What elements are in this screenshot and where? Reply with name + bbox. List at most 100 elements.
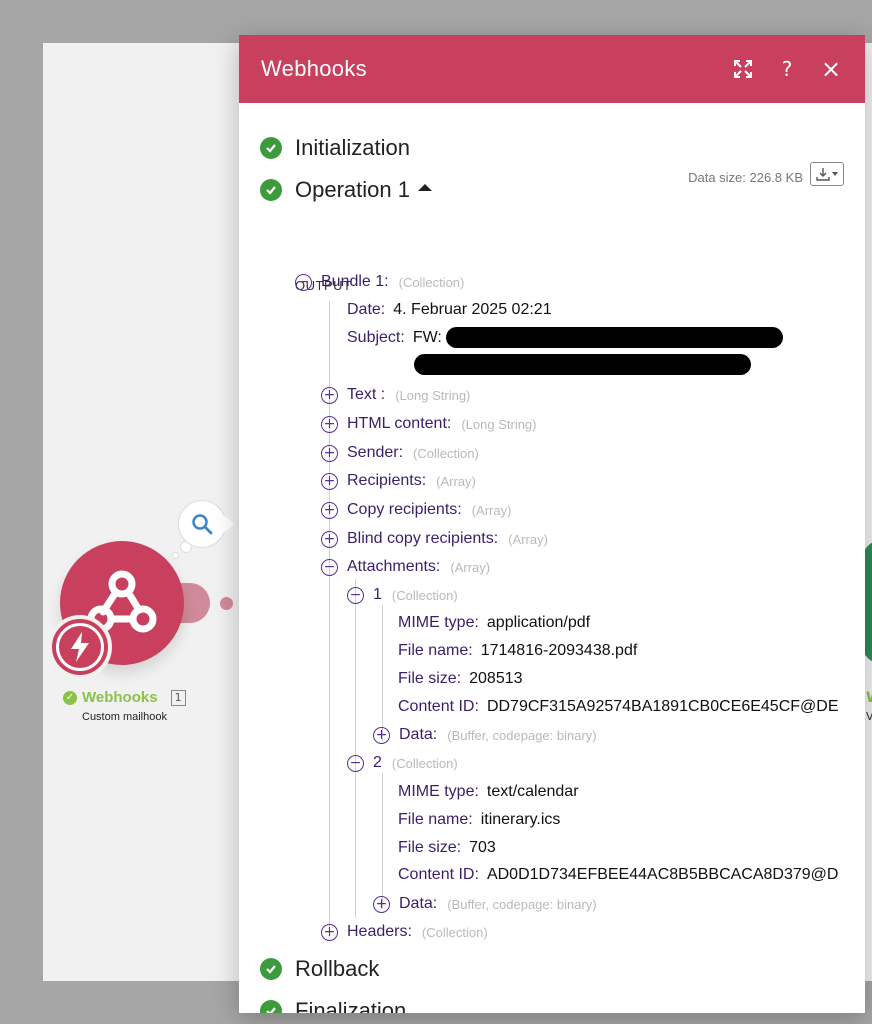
speech-dot-small: [172, 552, 179, 559]
field-type: (Buffer, codepage: binary): [447, 727, 597, 743]
expand-plus-icon[interactable]: +: [321, 386, 338, 404]
tree-row-text[interactable]: + Text : (Long String): [321, 384, 470, 406]
field-value: text/calendar: [486, 783, 579, 800]
tree-row-attachment-1[interactable]: − 1 (Collection): [347, 584, 458, 606]
field-value: application/pdf: [486, 614, 591, 631]
subject-value: FW:: [412, 329, 442, 346]
help-icon[interactable]: ?: [775, 57, 799, 81]
phase-finalization[interactable]: Finalization: [260, 990, 406, 1013]
tree-row-content-id: Content ID: DD79CF315A92574BA1891CB0CE6E…: [398, 696, 838, 718]
expand-icon[interactable]: [731, 57, 755, 81]
tree-row-headers[interactable]: + Headers: (Collection): [321, 921, 488, 943]
subject-key: Subject:: [347, 329, 405, 346]
headers-type: (Collection): [421, 924, 488, 940]
attachment-type: (Collection): [391, 587, 458, 603]
tree-row-html-content[interactable]: + HTML content: (Long String): [321, 413, 537, 435]
field-type: (Buffer, codepage: binary): [447, 896, 597, 912]
tree-row-content-id: Content ID: AD0D1D734EFBEE44AC8B5BBCACA8…: [398, 864, 838, 886]
field-type: (Array): [508, 531, 548, 547]
field-key: HTML content:: [347, 415, 452, 432]
phase-rollback[interactable]: Rollback: [260, 948, 406, 990]
tree-row-attachments[interactable]: − Attachments: (Array): [321, 556, 490, 578]
field-key: MIME type:: [398, 783, 479, 800]
download-button[interactable]: [810, 162, 844, 186]
dropdown-caret-icon: [832, 172, 838, 176]
field-key: MIME type:: [398, 614, 479, 631]
attachments-type: (Array): [450, 559, 491, 575]
tree-row-recipients[interactable]: + Recipients: (Array): [321, 470, 476, 492]
module-name: Webhooks: [82, 689, 158, 706]
inspect-bubble[interactable]: [178, 500, 235, 548]
module-name-row: ✓ Webhooks 1: [63, 689, 186, 706]
field-value: itinerary.ics: [480, 811, 561, 828]
expand-plus-icon[interactable]: +: [321, 415, 338, 433]
tree-row-sender[interactable]: + Sender: (Collection): [321, 442, 479, 464]
attachment-index: 1: [373, 586, 382, 603]
field-value: 1714816-2093438.pdf: [480, 642, 638, 659]
output-inspector-modal: Webhooks ? × Initialization Operation 1: [239, 35, 865, 1013]
expand-plus-icon[interactable]: +: [373, 726, 390, 744]
field-key: File size:: [398, 839, 462, 856]
field-key: Content ID:: [398, 698, 479, 715]
expand-plus-icon[interactable]: +: [321, 923, 338, 941]
expand-plus-icon[interactable]: +: [321, 444, 338, 462]
phase-initialization[interactable]: Initialization: [260, 127, 843, 169]
tree-row-date: Date: 4. Februar 2025 02:21: [347, 299, 552, 321]
tree-row-data[interactable]: + Data: (Buffer, codepage: binary): [373, 724, 597, 746]
tree-row-data[interactable]: + Data: (Buffer, codepage: binary): [373, 893, 597, 915]
tree-row-bundle[interactable]: − Bundle 1: (Collection): [295, 271, 464, 293]
expand-plus-icon[interactable]: +: [321, 501, 338, 519]
tree-row-mime-type: MIME type: text/calendar: [398, 781, 579, 803]
tree-row-blind-copy-recipients[interactable]: + Blind copy recipients: (Array): [321, 528, 548, 550]
check-icon: [260, 137, 282, 159]
collapse-icon[interactable]: −: [347, 586, 364, 604]
expand-plus-icon[interactable]: +: [321, 472, 338, 490]
tree-row-file-size: File size: 703: [398, 837, 496, 859]
field-type: (Long String): [395, 387, 471, 403]
next-module-label: W: [866, 690, 872, 706]
tree-row-attachment-2[interactable]: − 2 (Collection): [347, 752, 458, 774]
module-count-badge: 1: [170, 689, 186, 706]
module-status-check-icon: ✓: [63, 690, 77, 705]
tree-row-mime-type: MIME type: application/pdf: [398, 612, 590, 634]
check-icon: [260, 179, 282, 201]
check-icon: [260, 958, 282, 980]
tree-row-file-size: File size: 208513: [398, 668, 523, 690]
phase-label: Initialization: [295, 135, 410, 160]
expand-plus-icon[interactable]: +: [373, 895, 390, 913]
check-icon: [260, 1000, 282, 1013]
phase-label: Operation 1: [295, 177, 410, 202]
field-key: Data:: [399, 726, 438, 743]
field-value: 208513: [469, 670, 523, 687]
bundle-type: (Collection): [398, 274, 465, 290]
modal-body: Initialization Operation 1: [239, 103, 843, 211]
collapse-icon[interactable]: −: [295, 273, 312, 291]
phase-label: Finalization: [295, 998, 407, 1013]
redaction-bar: [446, 327, 783, 348]
field-key: Copy recipients:: [347, 501, 462, 518]
field-key: Sender:: [347, 444, 404, 461]
bundle-key: Bundle 1:: [321, 273, 389, 290]
field-key: Blind copy recipients:: [347, 530, 499, 547]
expand-plus-icon[interactable]: +: [321, 530, 338, 548]
field-value: 703: [469, 839, 496, 856]
headers-key: Headers:: [347, 923, 412, 940]
tree-row-file-name: File name: 1714816-2093438.pdf: [398, 640, 637, 662]
field-key: File size:: [398, 670, 462, 687]
attachment-type: (Collection): [391, 755, 458, 771]
tree-row-copy-recipients[interactable]: + Copy recipients: (Array): [321, 499, 511, 521]
lightning-icon: [71, 632, 89, 662]
field-key: File name:: [398, 811, 473, 828]
search-icon: [192, 514, 213, 535]
date-value: 4. Februar 2025 02:21: [393, 301, 552, 318]
caret-up-icon[interactable]: [417, 183, 432, 191]
data-size-label: Data size: 226.8 KB: [688, 170, 803, 185]
collapse-icon[interactable]: −: [321, 558, 338, 576]
field-key: File name:: [398, 642, 473, 659]
collapse-icon[interactable]: −: [347, 754, 364, 772]
close-icon[interactable]: ×: [819, 55, 843, 83]
tree-row-subject: Subject: FW:: [347, 327, 442, 349]
download-icon: [816, 168, 830, 181]
tree-row-file-name: File name: itinerary.ics: [398, 809, 560, 831]
next-module-sub: V: [866, 710, 872, 723]
